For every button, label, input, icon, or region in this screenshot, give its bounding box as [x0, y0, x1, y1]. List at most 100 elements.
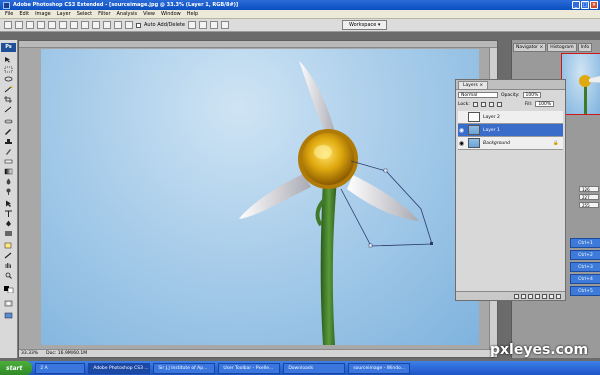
- menu-layer[interactable]: Layer: [54, 11, 74, 17]
- custom-shape-icon[interactable]: [125, 21, 133, 29]
- taskbar-item[interactable]: 2 A: [35, 362, 86, 374]
- shape-tool-icon[interactable]: [3, 230, 14, 237]
- rectangle-icon[interactable]: [70, 21, 78, 29]
- close-button[interactable]: ×: [590, 1, 598, 9]
- menu-window[interactable]: Window: [158, 11, 184, 17]
- path-selection-icon[interactable]: [3, 200, 14, 207]
- move-tool-icon[interactable]: [3, 56, 14, 63]
- blur-tool-icon[interactable]: [3, 178, 14, 185]
- quick-mask-icon[interactable]: [3, 300, 14, 307]
- history-brush-icon[interactable]: [3, 148, 14, 155]
- shape-layers-icon[interactable]: [15, 21, 23, 29]
- eye-icon[interactable]: ◉: [458, 127, 465, 134]
- menu-edit[interactable]: Edit: [16, 11, 32, 17]
- eyedropper-tool-icon[interactable]: [3, 252, 14, 259]
- adjustment-layer-icon[interactable]: [535, 293, 540, 299]
- eye-icon[interactable]: ◉: [458, 140, 465, 147]
- menu-help[interactable]: Help: [184, 11, 201, 17]
- menu-image[interactable]: Image: [32, 11, 54, 17]
- clone-stamp-icon[interactable]: [3, 138, 14, 145]
- shortcut-item[interactable]: Ctrl+2: [570, 250, 600, 260]
- link-layers-icon[interactable]: [514, 293, 519, 299]
- marquee-tool-icon[interactable]: [3, 66, 14, 73]
- tab-info[interactable]: Info: [577, 43, 593, 52]
- lock-position-icon[interactable]: [488, 101, 494, 107]
- rounded-rectangle-icon[interactable]: [81, 21, 89, 29]
- navigator-preview[interactable]: [561, 53, 600, 115]
- taskbar-item[interactable]: Downloads: [283, 362, 346, 374]
- color-swatches-icon[interactable]: [3, 286, 14, 294]
- paths-icon[interactable]: [26, 21, 34, 29]
- maximize-button[interactable]: □: [581, 1, 589, 9]
- lock-transparent-icon[interactable]: [472, 101, 478, 107]
- pen-tool-preset-icon[interactable]: [4, 21, 12, 29]
- layer-row[interactable]: Layer 2: [458, 111, 563, 124]
- opacity-input[interactable]: 100%: [522, 92, 542, 98]
- shortcut-item[interactable]: Ctrl+5: [570, 286, 600, 296]
- lock-image-icon[interactable]: [480, 101, 486, 107]
- taskbar-item[interactable]: Adobe Photoshop CS3 ...: [88, 362, 151, 374]
- pen-icon[interactable]: [48, 21, 56, 29]
- menu-select[interactable]: Select: [74, 11, 95, 17]
- ellipse-icon[interactable]: [92, 21, 100, 29]
- notes-tool-icon[interactable]: [3, 242, 14, 249]
- type-tool-icon[interactable]: [3, 210, 14, 217]
- menu-file[interactable]: File: [2, 11, 16, 17]
- lock-icon: 🔒: [553, 140, 559, 146]
- slice-tool-icon[interactable]: [3, 106, 14, 113]
- shortcut-item[interactable]: Ctrl+4: [570, 274, 600, 284]
- hand-tool-icon[interactable]: [3, 262, 14, 269]
- exclude-path-icon[interactable]: [221, 21, 229, 29]
- freeform-pen-icon[interactable]: [59, 21, 67, 29]
- blend-mode-select[interactable]: Normal: [458, 92, 498, 98]
- layer-style-icon[interactable]: [521, 293, 526, 299]
- pen-tool-icon[interactable]: [3, 220, 14, 227]
- menu-analysis[interactable]: Analysis: [114, 11, 141, 17]
- crop-tool-icon[interactable]: [3, 96, 14, 103]
- lasso-tool-icon[interactable]: [3, 76, 14, 83]
- gradient-tool-icon[interactable]: [3, 168, 14, 175]
- polygon-icon[interactable]: [103, 21, 111, 29]
- intersect-path-icon[interactable]: [210, 21, 218, 29]
- shortcut-item[interactable]: Ctrl+3: [570, 262, 600, 272]
- new-group-icon[interactable]: [542, 293, 547, 299]
- trash-icon[interactable]: [556, 293, 561, 299]
- layer-mask-icon[interactable]: [528, 293, 533, 299]
- magic-wand-icon[interactable]: [3, 86, 14, 93]
- document-window: 33.33% Doc: 16.9M/60.1M: [18, 40, 498, 358]
- lock-all-icon[interactable]: [496, 101, 502, 107]
- petal-top: [299, 61, 337, 141]
- taskbar-item[interactable]: User Toolbar - Pxelle...: [218, 362, 281, 374]
- tab-navigator[interactable]: Navigator ×: [513, 43, 547, 52]
- eraser-tool-icon[interactable]: [3, 158, 14, 165]
- fill-pixels-icon[interactable]: [37, 21, 45, 29]
- subtract-path-icon[interactable]: [199, 21, 207, 29]
- image-canvas[interactable]: [41, 49, 479, 345]
- start-button[interactable]: start: [0, 361, 33, 375]
- minimize-button[interactable]: _: [572, 1, 580, 9]
- combine-path-icon[interactable]: [188, 21, 196, 29]
- healing-brush-icon[interactable]: [3, 118, 14, 125]
- dodge-tool-icon[interactable]: [3, 188, 14, 195]
- new-layer-icon[interactable]: [549, 293, 554, 299]
- fill-input[interactable]: 100%: [535, 101, 555, 107]
- tab-layers[interactable]: Layers ×: [458, 81, 489, 89]
- zoom-tool-icon[interactable]: [3, 272, 14, 279]
- zoom-level[interactable]: 33.33%: [21, 351, 38, 356]
- auto-add-delete-checkbox[interactable]: [136, 22, 141, 28]
- shortcut-item[interactable]: Ctrl+1: [570, 238, 600, 248]
- visibility-toggle[interactable]: [458, 114, 465, 121]
- layer-row[interactable]: ◉ Layer 1: [458, 124, 563, 137]
- blend-row: Normal Opacity: 100%: [458, 92, 563, 98]
- taskbar-item[interactable]: Sir J.J Institute of Ap...: [153, 362, 216, 374]
- screen-mode-icon[interactable]: [3, 312, 14, 319]
- brush-tool-icon[interactable]: [3, 128, 14, 135]
- layer-row[interactable]: ◉ Background 🔒: [458, 137, 563, 150]
- line-icon[interactable]: [114, 21, 122, 29]
- menu-view[interactable]: View: [140, 11, 158, 17]
- menu-filter[interactable]: Filter: [95, 11, 113, 17]
- layer-name: Layer 1: [483, 127, 500, 133]
- workspace-button[interactable]: Workspace ▾: [342, 20, 388, 30]
- tab-histogram[interactable]: Histogram: [547, 43, 577, 52]
- taskbar-item[interactable]: sourceimage - Windo...: [348, 362, 411, 374]
